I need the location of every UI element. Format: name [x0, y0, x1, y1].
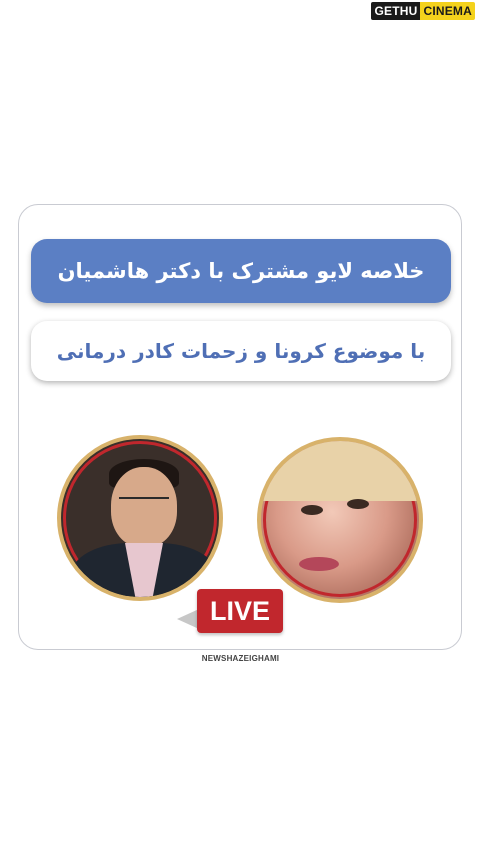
subtitle-banner: با موضوع کرونا و زحمات کادر درمانی [31, 321, 451, 381]
title-banner: خلاصه لایو مشترک با دکتر هاشمیان [31, 239, 451, 303]
watermark-part2: CINEMA [420, 2, 475, 20]
host-lips [299, 557, 339, 571]
host-eye-left [301, 505, 323, 515]
host-eye-right [347, 499, 369, 509]
doctor-glasses [119, 497, 169, 511]
live-badge: LIVE [197, 589, 283, 633]
gethucinema-watermark: GETHU CINEMA [371, 2, 475, 20]
post-card: خلاصه لایو مشترک با دکتر هاشمیان با موضو… [18, 204, 462, 650]
doctor-avatar [57, 435, 223, 601]
account-handle: NEWSHAZEIGHAMI [201, 654, 280, 663]
host-hair [261, 441, 419, 501]
live-tag-tail [177, 609, 199, 629]
host-avatar [257, 437, 423, 603]
watermark-part1: GETHU [371, 2, 421, 20]
